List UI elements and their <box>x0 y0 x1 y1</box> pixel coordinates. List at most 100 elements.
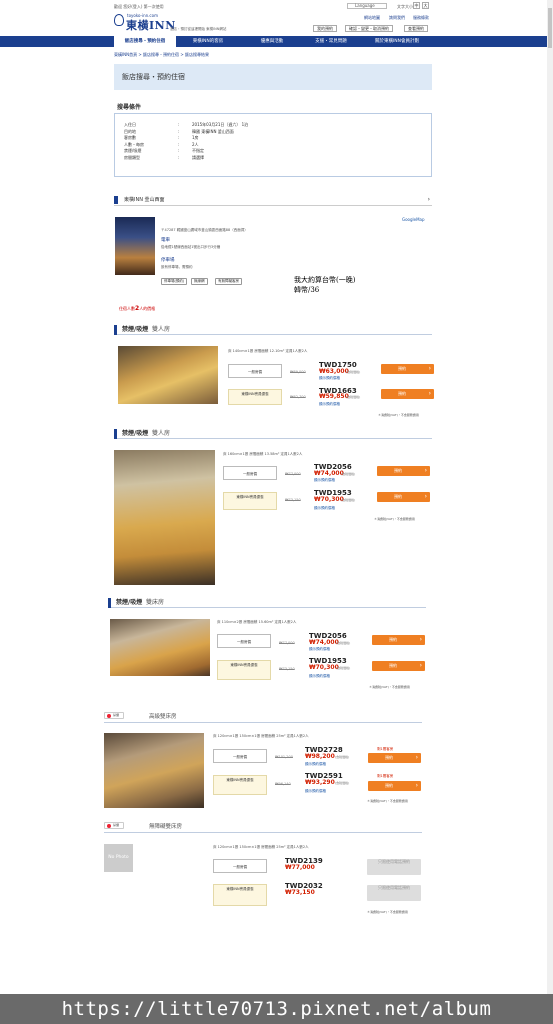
original-price: ₩73,150 <box>279 667 295 671</box>
google-map-link[interactable]: GoogleMap <box>402 217 425 222</box>
tax-note: (含稅價格) <box>336 641 351 645</box>
price-won: ₩93,290 <box>305 779 335 786</box>
language-select[interactable]: Language <box>347 3 387 9</box>
price-detail-link[interactable]: 顯示預約價格 <box>309 647 330 652</box>
plan-label: 東橫INN會員優惠 <box>213 775 267 795</box>
plan-label: 東橫INN會員優惠 <box>223 492 277 510</box>
tax-footnote: ＊消費稅(VAT)・不含服務費用 <box>367 799 408 803</box>
tax-note: (含稅價格) <box>346 395 361 399</box>
tag-parking: 停車場(預約) <box>161 278 188 285</box>
price-detail-link[interactable]: 顯示預約價格 <box>314 478 335 483</box>
room-desc: 床 120cm×1張 150cm×1張 房間面積 25m² 定員1人數2人 <box>213 734 309 738</box>
access-label: 電車 <box>161 238 170 243</box>
book-button[interactable]: 預約 <box>381 389 434 399</box>
tax-note: (含稅價格) <box>335 755 350 759</box>
price-won: ₩77,000 <box>285 864 315 871</box>
tax-footnote: ＊消費稅(VAT)・不含服務費用 <box>374 517 415 521</box>
book-button[interactable]: 預約 <box>368 753 421 763</box>
room-photo <box>104 733 204 808</box>
font-size-label: 文字大小 <box>397 4 413 9</box>
scrollbar[interactable] <box>547 0 553 994</box>
room-title: 無障礙雙床房 <box>149 824 183 830</box>
original-price: ₩101,200 <box>275 755 293 759</box>
room-header: 禁煙/吸煙 雙床房 <box>108 598 426 608</box>
tab-rooms[interactable]: 東橫INN的客房 <box>180 36 236 47</box>
tab-hotel-search[interactable]: 飯店搜尋・預約住宿 <box>114 36 176 47</box>
link-contact[interactable]: 詢問我們 <box>389 15 405 20</box>
original-price: ₩96,140 <box>275 782 291 786</box>
price-won: ₩98,200 <box>305 753 335 760</box>
rooms-left: 剩1間客房 <box>377 747 394 751</box>
room-photo <box>110 619 210 676</box>
tax-note: (含稅價格) <box>341 472 356 476</box>
original-price: ₩69,000 <box>290 370 306 374</box>
room-desc: 床 110cm×2張 房間面積 15.60m² 定員1人數2人 <box>217 620 297 624</box>
tab-membership[interactable]: 關於東橫INN會員計劃 <box>362 36 432 47</box>
book-button[interactable]: 預約 <box>372 635 425 645</box>
phone-only-button[interactable]: 只限使用電話預約 <box>367 885 421 901</box>
tax-note: (含稅價格) <box>341 498 356 502</box>
price-detail-link[interactable]: 顯示預約價格 <box>314 506 335 511</box>
my-booking-button[interactable]: 我的預約 <box>313 25 337 32</box>
room-title: 高級雙床房 <box>149 714 177 720</box>
divider <box>104 832 422 833</box>
tax-note: (含稅價格) <box>335 781 350 785</box>
plan-label: 一般房價 <box>228 364 282 378</box>
logo-icon[interactable] <box>114 14 124 26</box>
plan-label: 一般房價 <box>223 466 277 480</box>
plan-label: 東橫INN會員優惠 <box>213 884 267 906</box>
hotel-name-bar[interactable]: 東橫INN 釜山西面 › <box>114 194 432 206</box>
parking-text: 設有停車場，需預約 <box>161 265 193 269</box>
tab-offers[interactable]: 優惠與活動 <box>246 36 298 47</box>
tax-footnote: ＊消費稅(VAT)・不含服務費用 <box>367 910 408 914</box>
access-text: 從地鐵1號線西面站1號出口步行3分鐘 <box>161 245 221 249</box>
price-detail-link[interactable]: 顯示預約價格 <box>305 762 326 767</box>
room-photo <box>114 450 215 585</box>
book-button[interactable]: 預約 <box>372 661 425 671</box>
price-won: ₩70,300 <box>309 664 339 671</box>
tab-support[interactable]: 支援・常見問題 <box>305 36 357 47</box>
no-photo-placeholder: No Photo <box>104 844 133 872</box>
manage-booking-button[interactable]: 確認・變更・取消預約 <box>345 25 393 32</box>
original-price: ₩77,000 <box>279 641 295 645</box>
price-detail-link[interactable]: 顯示預約價格 <box>319 402 340 407</box>
logo-main[interactable]: 東横INN <box>126 17 176 33</box>
price-detail-link[interactable]: 顯示預約價格 <box>305 789 326 794</box>
room-desc: 床 140cm×1張 房間面積 12.10m² 定員1人數2人 <box>228 349 308 353</box>
font-medium-button[interactable]: 中 <box>413 2 420 9</box>
price-detail-link[interactable]: 顯示預約價格 <box>309 674 330 679</box>
price-won: ₩74,000 <box>314 470 344 477</box>
page: 歡迎 您好(登入) 第一次使用 Language 文字大小 中 大 toyoko… <box>0 0 553 1024</box>
book-button[interactable]: 預約 <box>377 492 430 502</box>
parking-label: 停車場 <box>161 258 175 263</box>
hotel-photo <box>115 217 155 275</box>
scrollbar-thumb[interactable] <box>548 8 552 48</box>
non-smoking-badge: 禁煙 <box>104 712 124 719</box>
book-button[interactable]: 預約 <box>377 466 430 476</box>
price-won: ₩63,000 <box>319 368 349 375</box>
view-booking-button[interactable]: 查看預約 <box>404 25 428 32</box>
link-terms[interactable]: 服務條款 <box>413 15 429 20</box>
conditions-box: 入住日:2015年03月21日（週六） 1泊 目的地: 韓國 東橫INN 釜山西面… <box>114 113 432 177</box>
guest-count-note: 住宿人數2人的價格 <box>119 305 156 312</box>
welcome-text: 歡迎 您好(登入) 第一次使用 <box>114 4 164 9</box>
room-header: 禁煙/吸煙 雙人房 <box>114 325 432 335</box>
link-sitemap[interactable]: 網站地圖 <box>364 15 380 20</box>
page-title: 飯店搜尋・預約住宿 <box>114 64 432 90</box>
plan-label: 一般房價 <box>217 634 271 648</box>
breadcrumb[interactable]: 東橫INN首頁 > 飯店搜尋・預約住宿 > 飯店搜尋結果 <box>114 52 209 58</box>
tag-barrier-free: 有無障礙客房 <box>215 278 242 285</box>
room-photo <box>118 346 218 404</box>
handwritten-note-2: 韓幣/36 <box>294 286 320 294</box>
conditions-heading: 搜尋條件 <box>117 104 142 111</box>
book-button[interactable]: 預約 <box>368 781 421 791</box>
tax-footnote: ＊消費稅(VAT)・不含服務費用 <box>378 413 419 417</box>
phone-only-button[interactable]: 只限使用電話預約 <box>367 859 421 875</box>
rooms-left: 剩1間客房 <box>377 774 394 778</box>
hotel-address: 〒47287 韓國釜山廣域市釜山鎮區西面路88（西面洞） <box>161 228 248 232</box>
price-detail-link[interactable]: 顯示預約價格 <box>319 376 340 381</box>
font-large-button[interactable]: 大 <box>422 2 429 9</box>
divider <box>104 722 422 723</box>
book-button[interactable]: 預約 <box>381 364 434 374</box>
non-smoking-badge: 禁煙 <box>104 822 124 829</box>
